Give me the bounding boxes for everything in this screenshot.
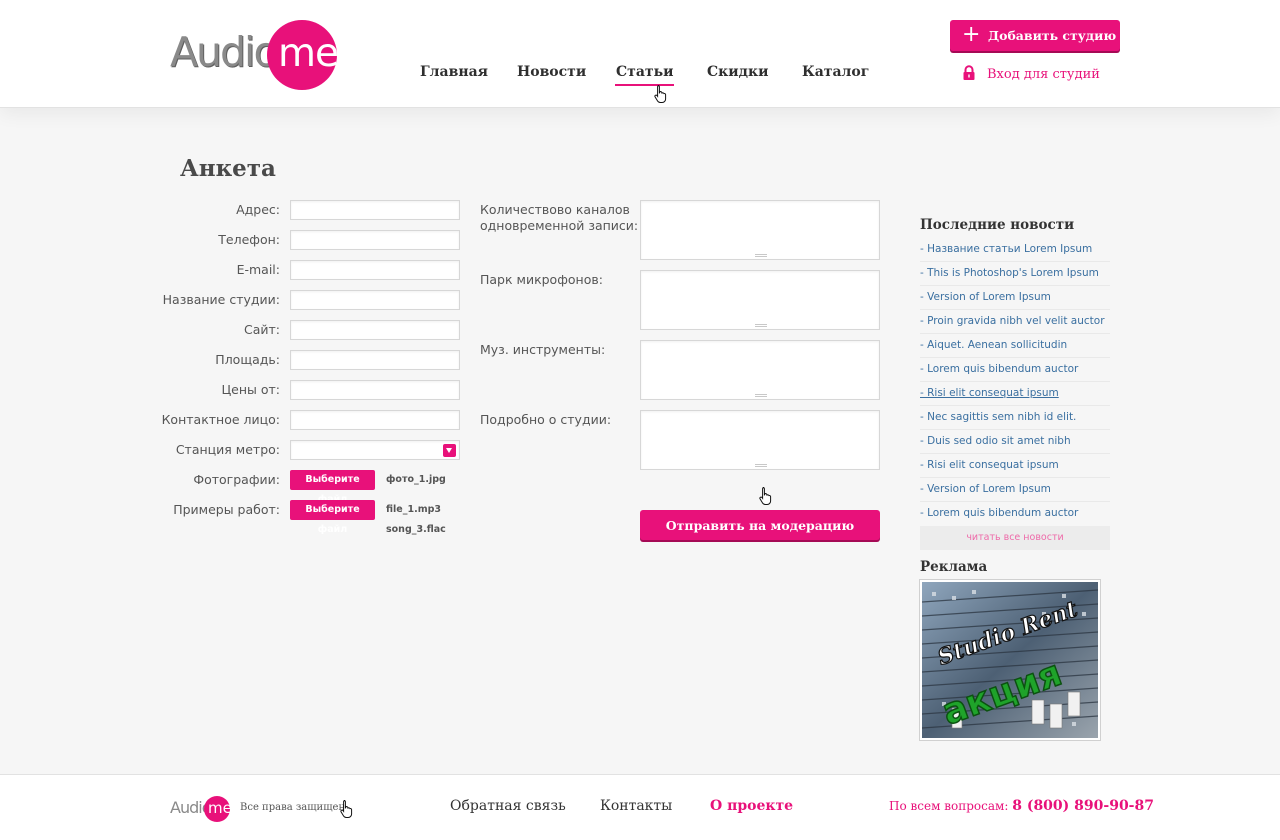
logo-word: Audio bbox=[170, 28, 279, 76]
hand-cursor-icon bbox=[759, 487, 772, 505]
audiome-logo[interactable]: Audio me bbox=[170, 20, 340, 92]
field-label-email: E-mail: bbox=[236, 262, 280, 277]
contact-label: По всем вопросам: bbox=[889, 799, 1009, 813]
news-item[interactable]: - Название статьи Lorem Ipsum bbox=[920, 238, 1110, 262]
field-label-site: Сайт: bbox=[243, 322, 280, 337]
news-item[interactable]: - Proin gravida nibh vel velit auctor bbox=[920, 310, 1110, 334]
ad-section-title: Реклама bbox=[920, 559, 988, 575]
field-label-photos: Фотографии: bbox=[193, 472, 280, 487]
textarea-label-instruments: Муз. инструменты: bbox=[480, 342, 606, 357]
samples-file-button[interactable]: Выберите файл bbox=[290, 500, 375, 535]
news-item[interactable]: - Lorem quis bibendum auctor bbox=[920, 358, 1110, 382]
nav-item-news[interactable]: Новости bbox=[517, 64, 586, 80]
news-item[interactable]: - Version of Lorem Ipsum bbox=[920, 286, 1110, 310]
details-textarea[interactable] bbox=[640, 410, 880, 470]
news-item[interactable]: - Duis sed odio sit amet nibh bbox=[920, 430, 1110, 454]
resize-grip-icon[interactable] bbox=[755, 394, 767, 397]
field-label-samples: Примеры работ: bbox=[173, 502, 280, 517]
textarea-label-microphones: Парк микрофонов: bbox=[480, 272, 603, 287]
field-label-price: Цены от: bbox=[221, 382, 280, 397]
field-label-metro: Станция метро: bbox=[175, 442, 280, 457]
site-header: Audio me Главная Новости Статьи Скидки К… bbox=[0, 0, 1280, 108]
field-label-studio-name: Название студии: bbox=[162, 292, 280, 307]
hand-cursor-icon bbox=[654, 85, 667, 103]
news-item[interactable]: - Risi elit consequat ipsum bbox=[920, 454, 1110, 478]
logo-accent: me bbox=[278, 31, 339, 76]
add-studio-label: Добавить студию bbox=[988, 28, 1117, 43]
footer-link-about[interactable]: О проекте bbox=[710, 798, 793, 814]
email-input[interactable] bbox=[290, 260, 460, 280]
submit-moderation-button[interactable]: Отправить на модерацию bbox=[640, 510, 880, 540]
ad-banner[interactable]: Studio Rent акция bbox=[920, 580, 1100, 740]
photos-file-button[interactable]: Выберите файл bbox=[290, 470, 375, 505]
contact-info: По всем вопросам: 8 (800) 890-90-87 bbox=[889, 798, 1154, 814]
news-item[interactable]: - This is Photoshop's Lorem Ipsum bbox=[920, 262, 1110, 286]
footer-link-feedback[interactable]: Обратная связь bbox=[450, 798, 566, 814]
mixing-console-image: Studio Rent акция bbox=[922, 582, 1098, 738]
photo-file-name: фото_1.jpg bbox=[386, 474, 446, 485]
metro-select[interactable] bbox=[290, 440, 460, 460]
textarea-label-details: Подробно о студии: bbox=[480, 412, 612, 427]
field-label-contact-person: Контактное лицо: bbox=[161, 412, 280, 427]
sample-file-name: file_1.mp3 bbox=[386, 504, 442, 515]
resize-grip-icon[interactable] bbox=[755, 464, 767, 467]
phone-input[interactable] bbox=[290, 230, 460, 250]
footer-logo[interactable]: Audio me bbox=[170, 795, 234, 823]
nav-item-home[interactable]: Главная bbox=[420, 64, 488, 80]
lock-icon bbox=[962, 65, 978, 85]
resize-grip-icon[interactable] bbox=[755, 324, 767, 327]
copyright-text: Все права защищены bbox=[240, 802, 345, 813]
news-list: - Название статьи Lorem Ipsum - This is … bbox=[920, 238, 1110, 526]
news-item[interactable]: - Risi elit consequat ipsum bbox=[920, 382, 1110, 406]
all-news-link[interactable]: читать все новости bbox=[920, 526, 1110, 550]
channels-textarea[interactable] bbox=[640, 200, 880, 260]
footer-link-contacts[interactable]: Контакты bbox=[600, 798, 672, 814]
site-input[interactable] bbox=[290, 320, 460, 340]
news-item[interactable]: - Nec sagittis sem nibh id elit. bbox=[920, 406, 1110, 430]
price-input[interactable] bbox=[290, 380, 460, 400]
resize-grip-icon[interactable] bbox=[755, 254, 767, 257]
instruments-textarea[interactable] bbox=[640, 340, 880, 400]
chevron-down-icon[interactable] bbox=[443, 444, 456, 457]
studio-name-input[interactable] bbox=[290, 290, 460, 310]
field-label-area: Площадь: bbox=[215, 352, 280, 367]
phone-number[interactable]: 8 (800) 890-90-87 bbox=[1012, 798, 1154, 814]
microphones-textarea[interactable] bbox=[640, 270, 880, 330]
area-input[interactable] bbox=[290, 350, 460, 370]
field-label-phone: Телефон: bbox=[218, 232, 280, 247]
site-footer: Audio me Все права защищены Обратная свя… bbox=[0, 774, 1280, 840]
textarea-label-channels: Количествово каналов одновременной запис… bbox=[480, 202, 639, 233]
news-item[interactable]: - Aiquet. Aenean sollicitudin bbox=[920, 334, 1110, 358]
sample-file-name: song_3.flac bbox=[386, 524, 446, 535]
news-item[interactable]: - Lorem quis bibendum auctor bbox=[920, 502, 1110, 526]
news-item[interactable]: - Version of Lorem Ipsum bbox=[920, 478, 1110, 502]
address-input[interactable] bbox=[290, 200, 460, 220]
page-title: Анкета bbox=[180, 155, 276, 182]
login-label: Вход для студий bbox=[987, 67, 1100, 82]
footer-logo-accent: me bbox=[208, 799, 232, 817]
hand-cursor-icon bbox=[340, 800, 353, 818]
contact-person-input[interactable] bbox=[290, 410, 460, 430]
plus-icon: + bbox=[962, 22, 981, 47]
studio-login-link[interactable]: Вход для студий bbox=[962, 65, 1100, 85]
nav-item-articles[interactable]: Статьи bbox=[614, 64, 675, 86]
nav-item-catalog[interactable]: Каталог bbox=[802, 64, 869, 80]
nav-item-discounts[interactable]: Скидки bbox=[707, 64, 768, 80]
field-label-address: Адрес: bbox=[236, 202, 280, 217]
news-section-title: Последние новости bbox=[920, 217, 1075, 233]
add-studio-button[interactable]: + Добавить студию bbox=[950, 20, 1120, 51]
